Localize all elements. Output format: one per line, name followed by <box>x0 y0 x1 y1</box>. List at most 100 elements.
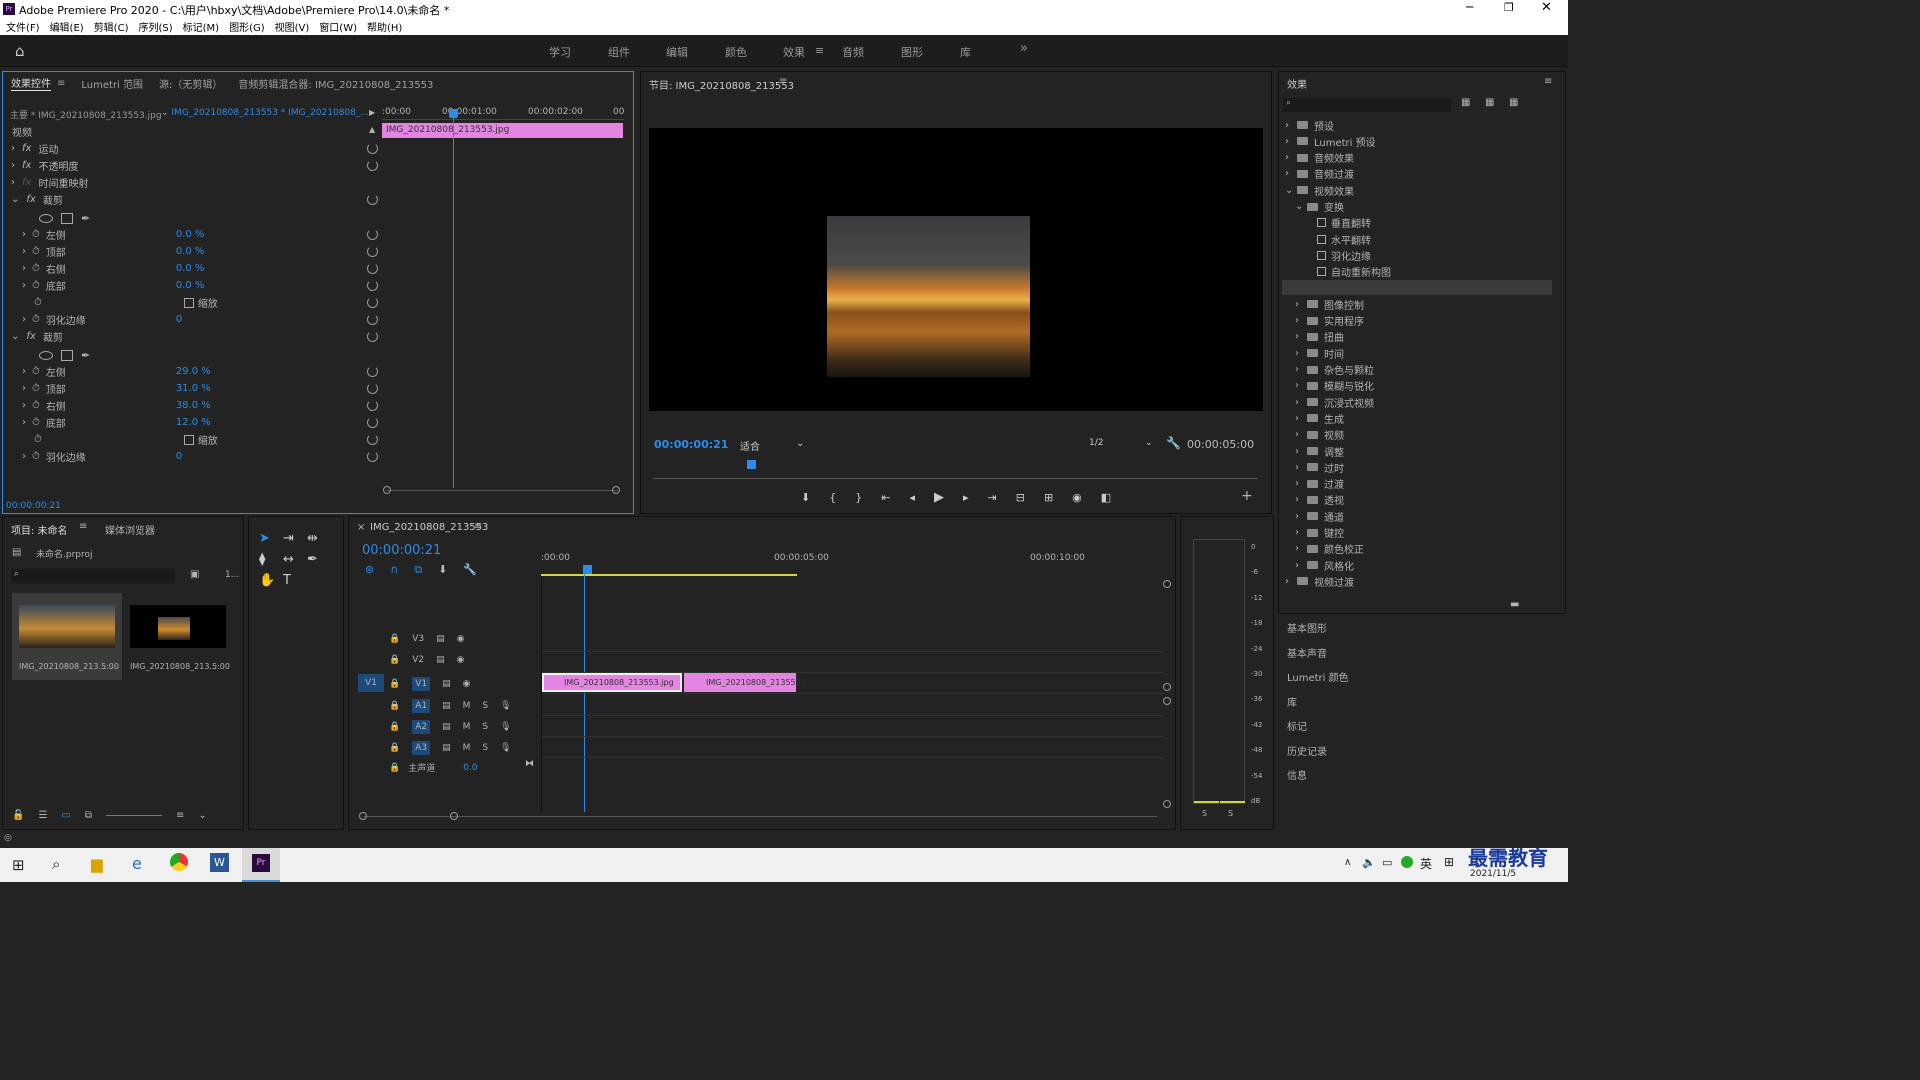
effects-tree-item[interactable]: › 视频 <box>1295 427 1344 443</box>
razor-tool-icon[interactable]: ⧫ <box>259 552 283 567</box>
rect-mask-icon[interactable] <box>61 213 73 224</box>
master-clip-label[interactable]: 主要 * IMG_20210808_213553.jpg <box>10 108 162 121</box>
panel-markers[interactable]: 标记 <box>1287 718 1307 733</box>
menu-sequence[interactable]: 序列(S) <box>138 19 172 34</box>
hand-tool-icon[interactable]: ✋ <box>259 573 283 588</box>
effects-tree-item[interactable]: › 时间 <box>1295 345 1344 361</box>
program-menu-icon[interactable]: ≡ <box>779 76 787 87</box>
ws-learn[interactable]: 学习 <box>549 44 571 60</box>
tab-source[interactable]: 源:（无剪辑） <box>159 76 222 91</box>
file-explorer-icon[interactable]: ▆ <box>91 855 103 873</box>
crop2-zoom[interactable]: ⏱ 缩放 <box>34 431 218 448</box>
crop1-bottom[interactable]: › ⏱ 底部 0.0 % <box>22 277 362 294</box>
reset-icon[interactable] <box>367 400 378 411</box>
effects-tree-item[interactable]: › 风格化 <box>1295 557 1354 573</box>
timeline-clip-1[interactable]: IMG_20210808_213553.jpg <box>542 673 682 692</box>
ws-libraries[interactable]: 库 <box>960 44 971 60</box>
tab-project[interactable]: 项目: 未命名 <box>11 522 68 537</box>
effect-crop-1[interactable]: ⌄ fx 裁剪 <box>11 191 63 208</box>
ripple-edit-tool-icon[interactable]: ⇹ <box>307 531 331 546</box>
step-back-icon[interactable]: ◂ <box>909 491 915 504</box>
fit-dropdown[interactable]: 适合 ⌄ <box>740 438 808 453</box>
reset-icon[interactable] <box>367 280 378 291</box>
wrench-icon[interactable]: 🔧 <box>1166 436 1181 450</box>
menu-help[interactable]: 帮助(H) <box>367 19 402 34</box>
v-scroll-handle[interactable] <box>1163 580 1171 588</box>
add-marker-icon[interactable]: ⬇ <box>438 563 447 577</box>
tab-hamburger-icon[interactable]: ≡ <box>57 78 65 89</box>
reset-icon[interactable] <box>367 314 378 325</box>
panel-essential-graphics[interactable]: 基本图形 <box>1287 620 1327 635</box>
effects-tree-item[interactable]: › 图像控制 <box>1295 296 1364 312</box>
effects-tree-item[interactable]: › 音频效果 <box>1285 150 1354 166</box>
go-to-in-icon[interactable]: ⇤ <box>881 491 890 504</box>
panel-libraries[interactable]: 库 <box>1287 694 1297 709</box>
extract-icon[interactable]: ⊞ <box>1044 491 1053 504</box>
comparison-view-icon[interactable]: ◧ <box>1101 491 1111 504</box>
program-playhead-time[interactable]: 00:00:00:21 <box>654 438 728 451</box>
menu-hamburger-icon[interactable]: ≡ <box>815 44 824 57</box>
zoom-slider[interactable] <box>106 815 163 816</box>
type-tool-icon[interactable]: T <box>283 573 307 588</box>
zoom-checkbox[interactable] <box>183 434 194 445</box>
track-v3[interactable]: 🔒 V3 ▤ ◉ <box>389 634 464 644</box>
nest-icon[interactable]: ⊛ <box>365 563 374 577</box>
source-patch-v1[interactable]: V1 <box>358 674 384 692</box>
zoom-checkbox[interactable] <box>183 297 194 308</box>
ws-color[interactable]: 颜色 <box>725 44 747 60</box>
freeform-view-icon[interactable]: ⧉ <box>85 810 92 821</box>
project-item-2[interactable]: IMG_20210808_213... 5:00 <box>123 593 233 680</box>
app-tray-icon[interactable] <box>1401 856 1413 868</box>
ime-icon[interactable]: ⊞ <box>1444 855 1454 869</box>
go-to-out-icon[interactable]: ⇥ <box>988 491 997 504</box>
rect-mask-icon[interactable] <box>61 350 73 361</box>
ellipse-mask-icon[interactable] <box>39 351 53 360</box>
crop1-top[interactable]: › ⏱ 顶部 0.0 % <box>22 243 362 260</box>
sequence-tab[interactable]: IMG_20210808_213553 <box>370 522 488 533</box>
panel-lumetri-color[interactable]: Lumetri 颜色 <box>1287 669 1349 684</box>
timeline-h-scrollbar[interactable] <box>363 816 1157 817</box>
pen-mask-icon[interactable]: ✒ <box>81 212 90 225</box>
track-v2[interactable]: 🔒 V2 ▤ ◉ <box>389 655 464 665</box>
effects-menu-icon[interactable]: ≡ <box>1544 76 1552 87</box>
track-master[interactable]: 🔒 主声道 0.0 <box>389 761 478 775</box>
crop2-bottom[interactable]: › ⏱ 底部 12.0 % <box>22 414 362 431</box>
timeline-playhead[interactable] <box>584 572 585 812</box>
effects-tree-item[interactable]: › 扭曲 <box>1295 329 1344 345</box>
ec-playhead-handle[interactable] <box>449 109 458 118</box>
crop1-left[interactable]: › ⏱ 左侧 0.0 % <box>22 226 362 243</box>
accelerated-effects-icon[interactable]: ▦ <box>1461 97 1470 108</box>
reset-icon[interactable] <box>367 246 378 257</box>
crop2-right[interactable]: › ⏱ 右侧 38.0 % <box>22 397 362 414</box>
reset-icon[interactable] <box>367 331 378 342</box>
tab-media-browser[interactable]: 媒体浏览器 <box>105 522 155 537</box>
track-v1[interactable]: 🔒 V1 ▤ ◉ <box>389 677 470 691</box>
panel-essential-sound[interactable]: 基本声音 <box>1287 645 1327 660</box>
effects-tree-item[interactable]: 水平翻转 <box>1305 231 1371 247</box>
play-icon[interactable]: ▶ <box>934 490 944 505</box>
ws-graphics[interactable]: 图形 <box>901 44 923 60</box>
reset-icon[interactable] <box>367 383 378 394</box>
crop2-left[interactable]: › ⏱ 左侧 29.0 % <box>22 363 362 380</box>
home-icon[interactable]: ⌂ <box>15 42 25 60</box>
panel-info[interactable]: 信息 <box>1287 767 1307 782</box>
tray-up-icon[interactable]: ∧ <box>1344 857 1351 868</box>
effects-tree-item[interactable]: › 过时 <box>1295 459 1344 475</box>
reset-icon[interactable] <box>367 366 378 377</box>
track-a2[interactable]: 🔒 A2 ▤ M S 🎙 <box>389 720 512 734</box>
reset-icon[interactable] <box>367 451 378 462</box>
new-bin-icon[interactable]: ▬ <box>1510 599 1519 610</box>
pen-tool-icon[interactable]: ✒ <box>307 552 331 567</box>
chrome-icon[interactable] <box>170 853 188 871</box>
ws-assembly[interactable]: 组件 <box>608 44 630 60</box>
menu-edit[interactable]: 编辑(E) <box>50 19 84 34</box>
effects-tree-item[interactable]: › 预设 <box>1285 117 1334 133</box>
export-frame-icon[interactable]: ◉ <box>1072 491 1082 504</box>
effects-tree-item[interactable]: 垂直翻转 <box>1305 215 1371 231</box>
network-icon[interactable]: ▭ <box>1382 856 1392 869</box>
ec-playhead[interactable] <box>453 112 454 488</box>
track-a3[interactable]: 🔒 A3 ▤ M S 🎙 <box>389 741 512 755</box>
timeline-current-time[interactable]: 00:00:00:21 <box>362 543 441 558</box>
program-playhead[interactable] <box>747 460 756 469</box>
effects-tree-item[interactable]: › 生成 <box>1295 410 1344 426</box>
